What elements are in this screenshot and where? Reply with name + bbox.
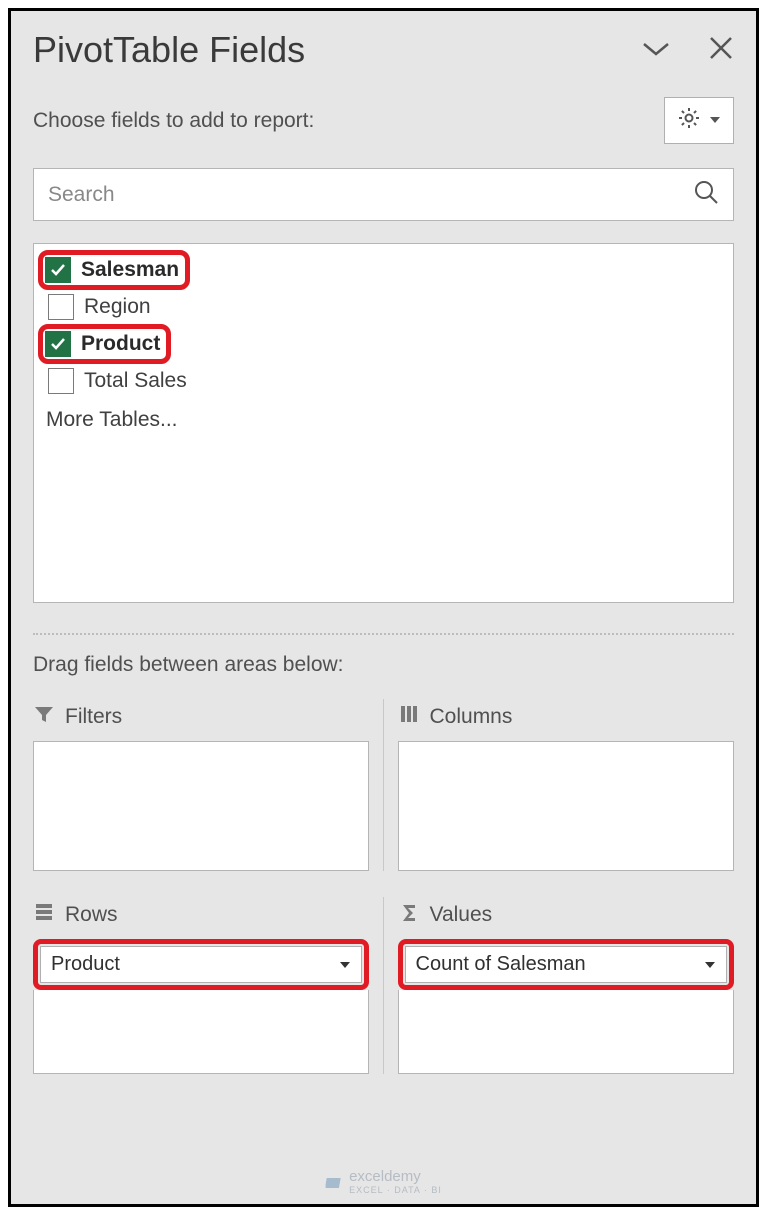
values-area: Values Count of Salesman: [384, 897, 735, 1074]
divider: [33, 633, 734, 635]
panel-title: PivotTable Fields: [33, 29, 305, 71]
watermark: exceldemy EXCEL · DATA · BI: [325, 1168, 442, 1195]
field-item-product[interactable]: Product: [38, 324, 171, 364]
dropdown-caret-icon: [704, 953, 716, 976]
field-item-total-sales[interactable]: Total Sales: [42, 364, 729, 398]
area-label: Values: [430, 903, 493, 927]
field-item-salesman[interactable]: Salesman: [38, 250, 190, 290]
filters-header: Filters: [33, 699, 369, 741]
panel-header: PivotTable Fields: [33, 29, 734, 71]
values-chip[interactable]: Count of Salesman: [405, 946, 728, 983]
subtitle-row: Choose fields to add to report:: [33, 97, 734, 144]
chip-label: Count of Salesman: [416, 953, 586, 976]
sigma-icon: [398, 901, 420, 929]
dropdown-caret-icon: [709, 112, 721, 130]
more-tables-link[interactable]: More Tables...: [38, 398, 729, 432]
area-label: Columns: [430, 705, 513, 729]
search-box[interactable]: [33, 168, 734, 221]
field-label: Total Sales: [84, 369, 187, 393]
rows-header: Rows: [33, 897, 369, 939]
field-label: Salesman: [81, 258, 179, 282]
checkbox-total-sales[interactable]: [48, 368, 74, 394]
fields-list: Salesman Region Product Total Sales More…: [33, 243, 734, 603]
areas-grid: Filters Columns Rows Product: [33, 699, 734, 1074]
filters-area: Filters: [33, 699, 384, 871]
collapse-icon[interactable]: [640, 38, 672, 63]
close-icon[interactable]: [708, 35, 734, 66]
checkbox-salesman[interactable]: [45, 257, 71, 283]
values-header: Values: [398, 897, 735, 939]
rows-chip[interactable]: Product: [40, 946, 362, 983]
columns-dropzone[interactable]: [398, 741, 735, 871]
filters-dropzone[interactable]: [33, 741, 369, 871]
search-icon: [693, 179, 719, 210]
settings-button[interactable]: [664, 97, 734, 144]
filter-icon: [33, 703, 55, 731]
rows-dropzone[interactable]: [33, 990, 369, 1074]
area-label: Rows: [65, 903, 118, 927]
columns-header: Columns: [398, 699, 735, 741]
rows-icon: [33, 901, 55, 929]
columns-icon: [398, 703, 420, 731]
values-chip-highlight: Count of Salesman: [398, 939, 735, 990]
rows-chip-highlight: Product: [33, 939, 369, 990]
field-label: Product: [81, 332, 160, 356]
area-label: Filters: [65, 705, 122, 729]
rows-area: Rows Product: [33, 897, 384, 1074]
columns-area: Columns: [384, 699, 735, 871]
pivot-fields-panel: PivotTable Fields Choose fields to add t…: [8, 8, 759, 1207]
values-dropzone[interactable]: [398, 990, 735, 1074]
field-item-region[interactable]: Region: [42, 290, 729, 324]
gear-icon: [677, 106, 701, 135]
watermark-name: exceldemy: [349, 1168, 442, 1185]
drag-instruction: Drag fields between areas below:: [33, 653, 734, 677]
watermark-sub: EXCEL · DATA · BI: [349, 1185, 442, 1195]
dropdown-caret-icon: [339, 953, 351, 976]
checkbox-region[interactable]: [48, 294, 74, 320]
checkbox-product[interactable]: [45, 331, 71, 357]
search-input[interactable]: [48, 183, 693, 207]
subtitle-text: Choose fields to add to report:: [33, 109, 314, 133]
field-label: Region: [84, 295, 151, 319]
header-icons: [640, 35, 734, 66]
chip-label: Product: [51, 953, 120, 976]
